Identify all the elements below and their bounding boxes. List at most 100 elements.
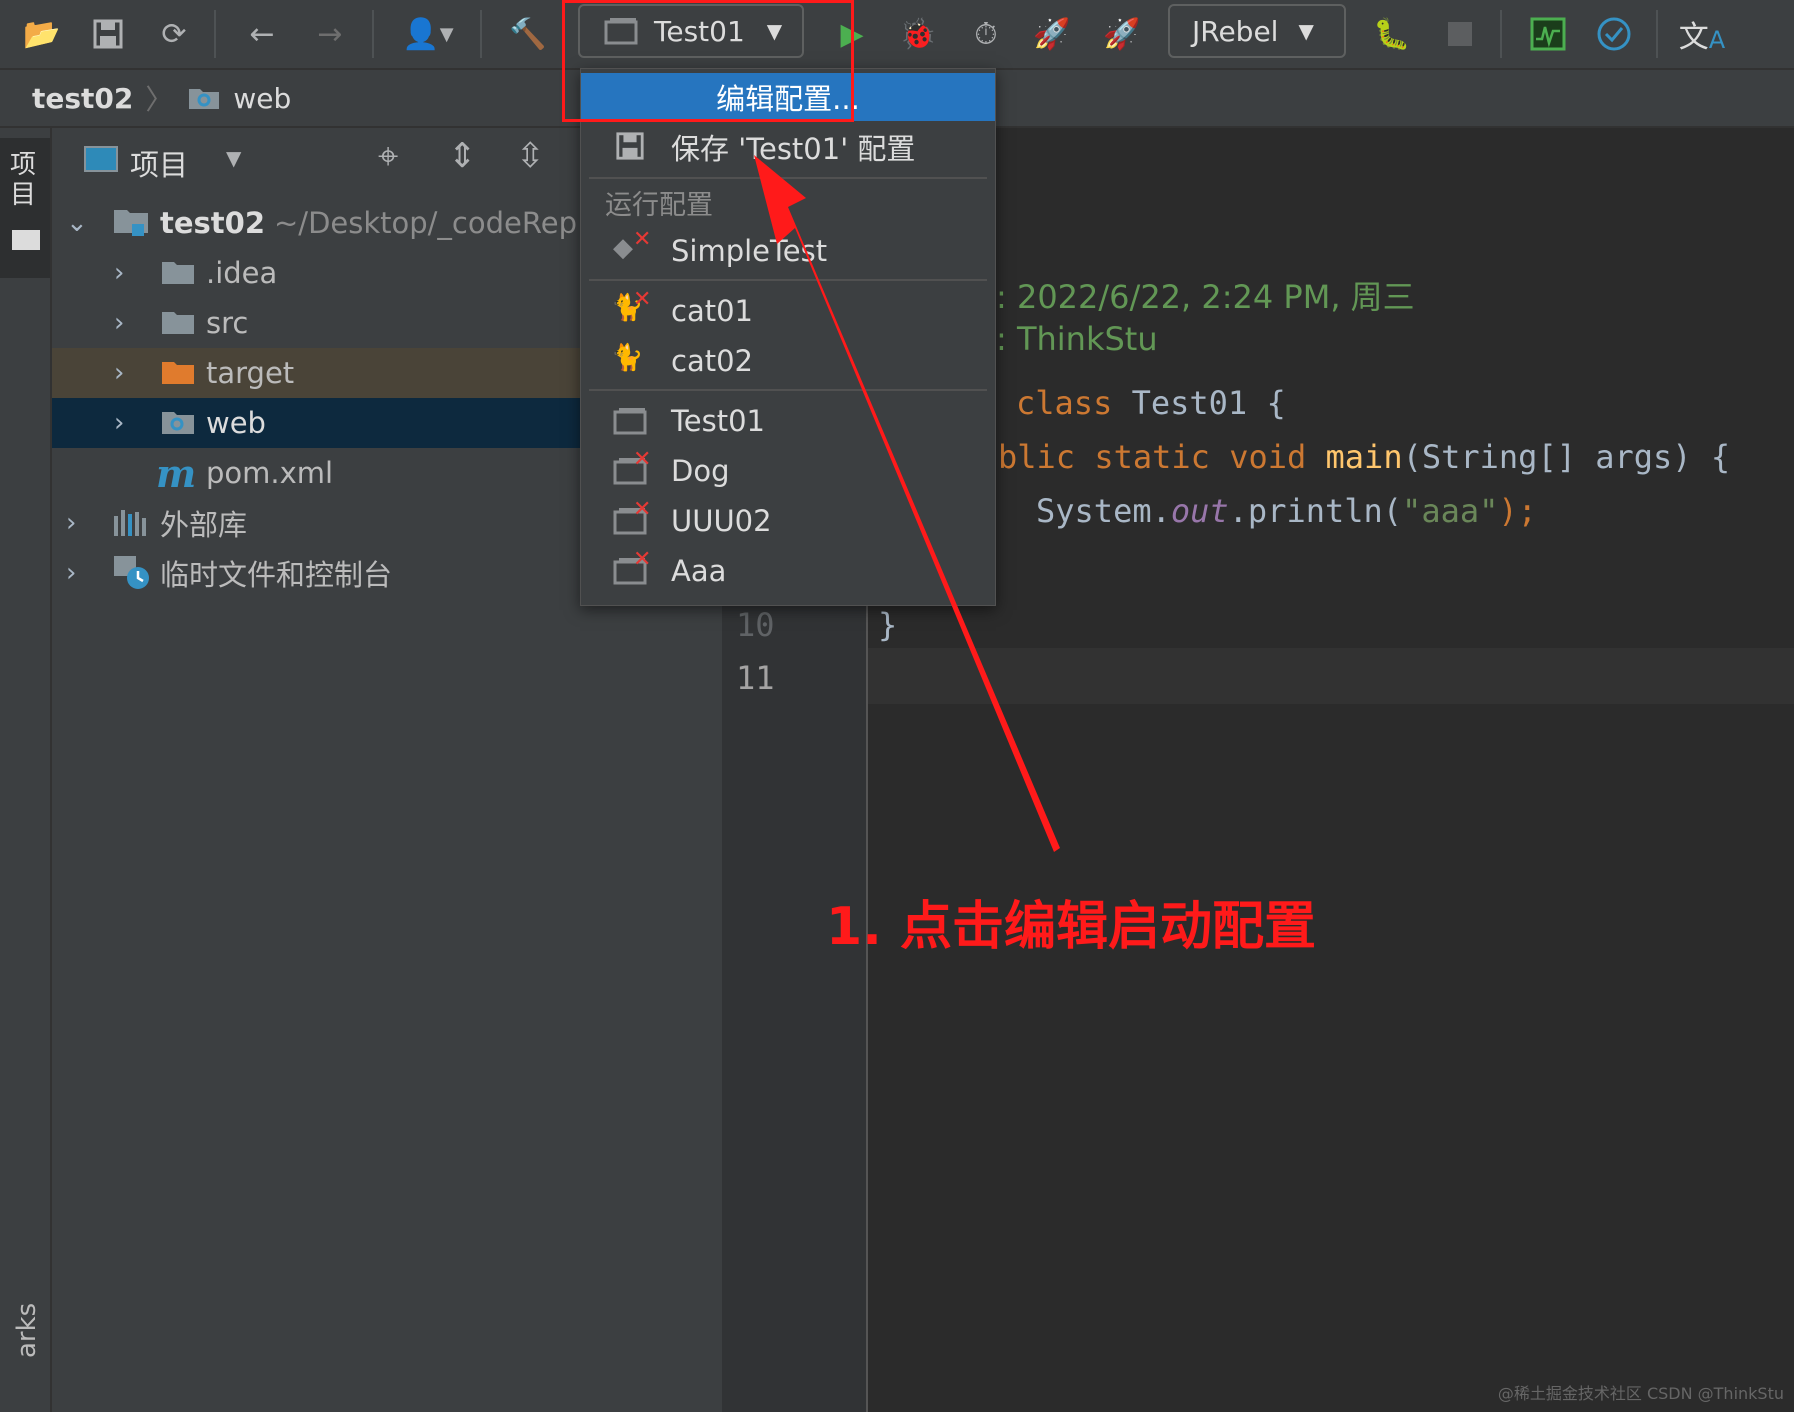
application-icon [613, 408, 647, 435]
config-item-aaa[interactable]: ✕ Aaa [581, 547, 995, 595]
annotation-label: 1. 点击编辑启动配置 [826, 897, 1317, 957]
chevron-right-icon[interactable]: › [66, 508, 76, 538]
config-label: Dog [671, 454, 730, 488]
chevron-right-icon[interactable]: › [114, 308, 124, 338]
config-label: cat02 [671, 344, 753, 378]
monitor-icon[interactable] [1526, 12, 1570, 56]
menu-separator [589, 389, 987, 391]
config-label: Test01 [671, 404, 766, 438]
translate-icon[interactable]: 文A [1679, 12, 1725, 56]
config-item-simpletest[interactable]: ◆ ✕ SimpleTest [581, 227, 995, 275]
folder-icon [162, 312, 194, 334]
back-arrow-icon[interactable]: ← [240, 12, 284, 56]
keyword: static [1075, 438, 1210, 476]
tree-label: pom.xml [206, 456, 334, 490]
chevron-right-icon[interactable]: › [66, 558, 76, 588]
web-folder-icon [162, 412, 194, 434]
config-label: cat01 [671, 294, 753, 328]
excluded-folder-icon [162, 362, 194, 384]
save-config-label: 保存 'Test01' 配置 [671, 132, 916, 166]
save-icon[interactable] [86, 12, 130, 56]
breadcrumb-separator-icon: 〉 [145, 83, 174, 116]
folder-icon [12, 230, 40, 250]
toolbar-separator [372, 10, 374, 58]
library-icon [114, 510, 146, 536]
test-config-icon: ◆ [613, 233, 633, 263]
save-icon [616, 132, 644, 160]
module-folder-icon [114, 210, 148, 236]
project-tool-tab[interactable]: 项目 [0, 138, 50, 278]
check-icon[interactable] [1592, 12, 1636, 56]
tree-label: target [206, 356, 295, 390]
config-label: Aaa [671, 554, 727, 588]
debug-icon[interactable]: 🐞 [896, 12, 940, 56]
watermark: @稀土掘金技术社区 CSDN @ThinkStu [1497, 1384, 1784, 1403]
project-tab-label: 项目 [10, 150, 37, 210]
forward-arrow-icon[interactable]: → [308, 12, 352, 56]
error-mark-icon: ✕ [633, 227, 652, 252]
collapse-all-icon[interactable]: ⇳ [516, 136, 545, 176]
jrebel-combo[interactable]: JRebel ▼ [1168, 4, 1346, 58]
chevron-right-icon[interactable]: › [114, 358, 124, 388]
error-mark-icon: ✕ [633, 287, 652, 312]
keyword: class [1016, 384, 1113, 422]
config-item-dog[interactable]: ✕ Dog [581, 447, 995, 495]
config-label: SimpleTest [671, 234, 828, 268]
tomcat-icon: 🐈 [611, 343, 644, 373]
code-text: .println( [1228, 492, 1403, 530]
attach-icon[interactable]: 🐛 [1370, 12, 1414, 56]
bookmarks-tab-label: arks [12, 1302, 42, 1358]
config-label: UUU02 [671, 504, 772, 538]
current-line-highlight [868, 648, 1794, 704]
folder-icon [162, 262, 194, 284]
closing-brace: } [878, 606, 898, 644]
code-editor[interactable]: : 2022/6/22, 2:24 PM, 周三 : ThinkStu clas… [868, 128, 1794, 1412]
chevron-right-icon[interactable]: › [114, 408, 124, 438]
web-folder-icon [189, 89, 220, 109]
open-folder-icon[interactable]: 📂 [20, 12, 64, 56]
code-line-main: blic static void main(String[] args) { [998, 438, 1730, 476]
error-mark-icon: ✕ [633, 547, 652, 572]
highlight-box [562, 0, 854, 122]
scratches-icon [114, 556, 149, 589]
jrebel-label: JRebel [1192, 14, 1279, 48]
toolbar-separator [480, 10, 482, 58]
locate-icon[interactable]: ⌖ [378, 136, 398, 178]
toolbar-separator [1656, 10, 1658, 58]
chevron-down-icon[interactable]: ▼ [226, 146, 241, 170]
config-item-test01[interactable]: Test01 [581, 397, 995, 445]
toolbar-separator [214, 10, 216, 58]
menu-separator [589, 279, 987, 281]
method-name: main [1306, 438, 1403, 476]
config-item-uuu02[interactable]: ✕ UUU02 [581, 497, 995, 545]
config-item-cat02[interactable]: 🐈 cat02 [581, 337, 995, 385]
breadcrumb-folder[interactable]: web [233, 82, 291, 115]
code-text: (String[] args) { [1402, 438, 1731, 476]
hammer-icon[interactable]: 🔨 [506, 12, 550, 56]
chevron-right-icon[interactable]: › [114, 258, 124, 288]
project-view-icon [84, 146, 118, 172]
tree-label: src [206, 306, 249, 340]
code-text: ); [1498, 492, 1537, 530]
chevron-down-icon[interactable]: ⌄ [66, 208, 88, 238]
chevron-down-icon: ▼ [1298, 19, 1314, 43]
project-view-label[interactable]: 项目 [130, 142, 188, 184]
section-title: 运行配置 [605, 190, 713, 221]
sync-icon[interactable]: ⟳ [152, 12, 196, 56]
line-number: 11 [736, 659, 775, 697]
user-icon[interactable]: 👤 ▼ [396, 12, 460, 56]
expand-all-icon[interactable]: ⇕ [448, 136, 477, 176]
config-item-cat01[interactable]: 🐈 ✕ cat01 [581, 287, 995, 335]
profile-icon[interactable]: ⏱ [964, 12, 1008, 56]
keyword: void [1209, 438, 1307, 476]
bookmarks-tab[interactable]: arks [12, 1303, 42, 1358]
string-literal: "aaa" [1402, 492, 1499, 530]
breadcrumb-project[interactable]: test02 [32, 82, 133, 115]
tree-label: test02 [160, 206, 266, 240]
main-toolbar: 📂 ⟳ ← → 👤 ▼ 🔨 Test01 ▼ ▶ 🐞 ⏱ 🚀 🚀 JRebel ▼… [0, 0, 1794, 70]
jrebel-debug-icon[interactable]: 🚀 [1100, 12, 1144, 56]
comment-date: : 2022/6/22, 2:24 PM, 周三 [996, 278, 1415, 316]
save-config-item[interactable]: 保存 'Test01' 配置 [581, 123, 995, 171]
jrebel-run-icon[interactable]: 🚀 [1030, 12, 1074, 56]
stop-icon[interactable] [1438, 12, 1482, 56]
